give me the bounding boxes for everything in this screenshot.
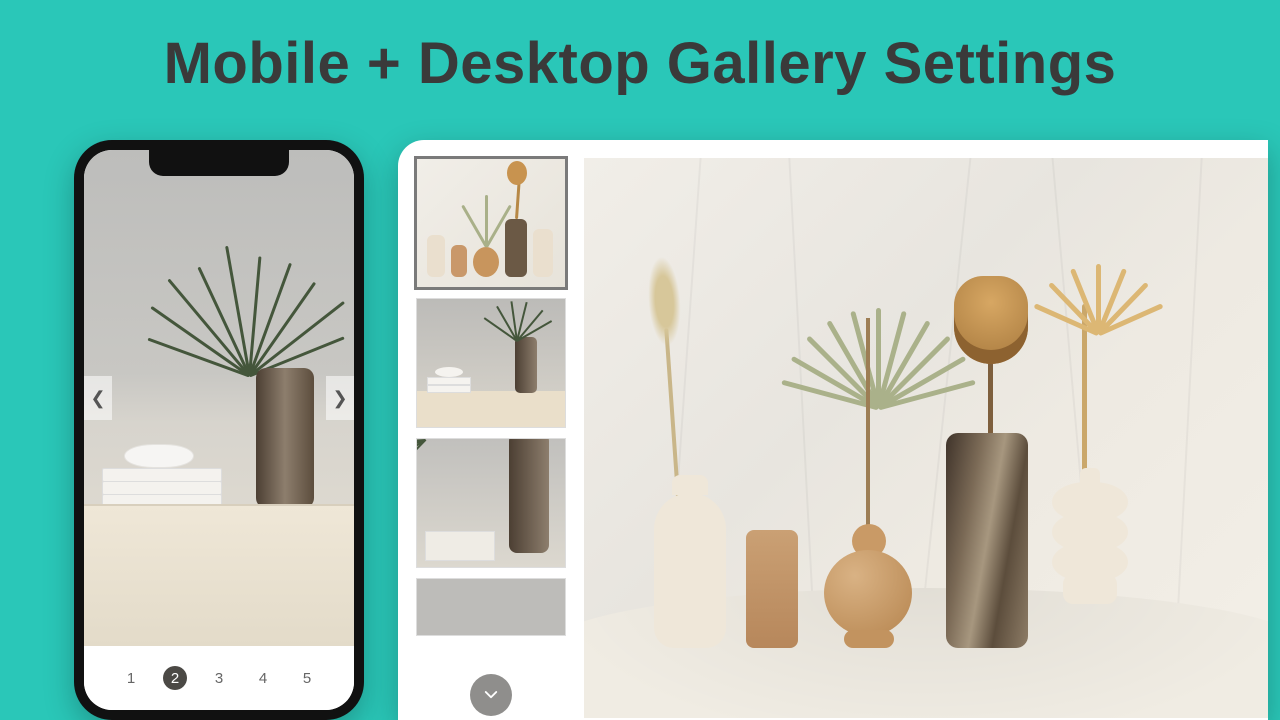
round-vase-graphic [816, 508, 920, 648]
pager-page-1[interactable]: 1 [119, 666, 143, 690]
cylinder-vase-graphic [746, 530, 798, 648]
wavy-vase-graphic [1052, 468, 1128, 648]
mobile-pager: 1 2 3 4 5 [84, 646, 354, 710]
desktop-hero-image[interactable] [584, 158, 1268, 718]
table-leg-graphic [95, 595, 122, 646]
thumbnail-3[interactable] [416, 438, 566, 568]
thumbnail-4[interactable] [416, 578, 566, 636]
books-graphic [102, 469, 222, 508]
mobile-screen: ❮ ❯ 1 2 3 4 5 [84, 150, 354, 710]
pager-page-4[interactable]: 4 [251, 666, 275, 690]
pager-page-5[interactable]: 5 [295, 666, 319, 690]
mobile-device-frame: ❮ ❯ 1 2 3 4 5 [74, 140, 364, 720]
thumbnail-2[interactable] [416, 298, 566, 428]
pager-page-2[interactable]: 2 [163, 666, 187, 690]
mobile-gallery-image[interactable]: ❮ ❯ [84, 150, 354, 646]
bowl-graphic [124, 444, 194, 468]
dried-fan-graphic [1042, 224, 1152, 334]
protea-graphic [948, 288, 1032, 438]
chevron-left-icon: ❮ [90, 388, 105, 409]
pager-page-3[interactable]: 3 [207, 666, 231, 690]
thumbnails-more-button[interactable] [470, 674, 512, 716]
page-title: Mobile + Desktop Gallery Settings [0, 30, 1280, 97]
chevron-down-icon [482, 686, 500, 704]
table-leg-graphic [326, 595, 350, 646]
marble-vase-graphic [946, 433, 1028, 648]
palm-leaf-graphic [174, 216, 324, 376]
cream-vase-graphic [654, 493, 726, 648]
fan-palm-graphic [782, 238, 972, 408]
thumbnail-1[interactable] [416, 158, 566, 288]
chevron-right-icon: ❯ [332, 388, 347, 409]
mobile-next-button[interactable]: ❯ [326, 376, 354, 420]
phone-notch [149, 150, 289, 176]
vase-graphic [256, 368, 314, 508]
desktop-gallery-card [398, 140, 1268, 720]
thumbnail-column [416, 158, 566, 720]
mobile-prev-button[interactable]: ❮ [84, 376, 112, 420]
